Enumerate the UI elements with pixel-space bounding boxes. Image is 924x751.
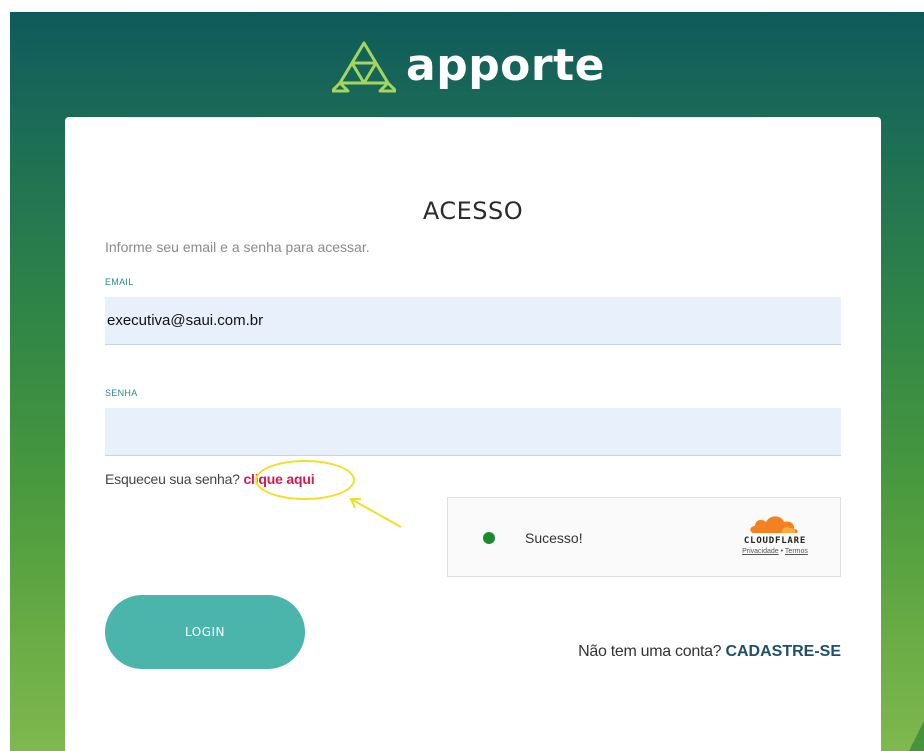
terms-link[interactable]: Termos <box>785 548 808 555</box>
forgot-password-link[interactable]: clique aqui <box>243 471 314 487</box>
privacy-link[interactable]: Privacidade <box>742 548 779 555</box>
links-separator: • <box>780 548 784 555</box>
background-corner-shape <box>894 641 924 751</box>
cloudflare-cloud-icon <box>750 516 798 533</box>
brand-logo: apporte <box>332 38 605 94</box>
forgot-password-row: Esqueceu sua senha? clique aqui <box>105 471 315 487</box>
email-label: EMAIL <box>105 277 134 287</box>
signup-link[interactable]: CADASTRE-SE <box>725 643 841 660</box>
forgot-password-text: Esqueceu sua senha? <box>105 471 240 487</box>
captcha-widget[interactable]: Sucesso! CLOUDFLARE Privacidade • Termos <box>447 497 841 577</box>
login-card: ACESSO Informe seu email e a senha para … <box>65 117 881 751</box>
email-field[interactable] <box>105 297 841 345</box>
signup-text: Não tem uma conta? <box>578 643 722 660</box>
captcha-status: Sucesso! <box>525 530 583 546</box>
login-screen: apporte ACESSO Informe seu email e a sen… <box>10 12 924 751</box>
login-button[interactable]: LOGIN <box>105 595 305 669</box>
triangles-logo-icon <box>332 41 396 93</box>
captcha-links: Privacidade • Termos <box>720 548 830 555</box>
password-field[interactable] <box>105 408 841 456</box>
password-label: SENHA <box>105 388 138 398</box>
page-title: ACESSO <box>422 197 524 225</box>
cloudflare-brand: CLOUDFLARE <box>743 536 807 546</box>
login-instructions: Informe seu email e a senha para acessar… <box>105 239 370 255</box>
cloudflare-logo: CLOUDFLARE Privacidade • Termos <box>720 512 830 555</box>
signup-row: Não tem uma conta? CADASTRE-SE <box>578 643 841 661</box>
success-dot-icon <box>483 532 495 544</box>
arrow-icon <box>349 498 402 528</box>
brand-name: apporte <box>406 40 605 91</box>
